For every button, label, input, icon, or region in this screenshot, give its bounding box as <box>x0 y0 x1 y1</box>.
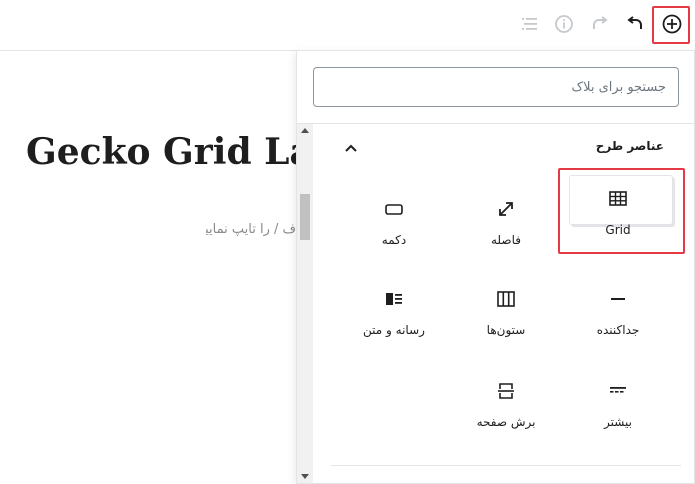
table-of-contents-icon[interactable] <box>518 12 542 36</box>
redo-icon[interactable] <box>588 12 612 36</box>
block-label: ستون‌ها <box>486 323 526 337</box>
info-icon[interactable] <box>552 12 576 36</box>
scrollbar[interactable] <box>297 124 313 483</box>
scrollbar-thumb[interactable] <box>300 194 310 240</box>
undo-icon[interactable] <box>623 12 647 36</box>
panel-divider <box>297 123 694 124</box>
block-placeholder[interactable]: ف / را تایپ نمایید <box>206 222 296 237</box>
panel-bottom-divider <box>331 465 681 466</box>
block-label: برش صفحه <box>476 415 536 429</box>
more-icon <box>608 381 628 401</box>
chevron-up-icon[interactable] <box>344 139 358 152</box>
page-break-icon <box>496 381 516 401</box>
scroll-up-arrow-icon[interactable] <box>301 128 309 133</box>
block-page-break[interactable]: برش صفحه <box>451 373 561 453</box>
media-text-icon <box>384 289 404 309</box>
block-media-text[interactable]: رسانه و متن <box>339 281 449 361</box>
block-more[interactable]: بیشتر <box>563 373 673 453</box>
button-icon <box>384 199 404 219</box>
spacer-icon <box>496 199 516 219</box>
block-label: دکمه <box>381 233 407 247</box>
editor-toolbar <box>0 0 695 51</box>
block-separator[interactable]: جداکننده <box>563 281 673 361</box>
add-block-highlight <box>652 6 690 44</box>
block-button[interactable]: دکمه <box>339 191 449 271</box>
columns-icon <box>496 289 516 309</box>
post-title[interactable]: Gecko Grid Lay <box>26 131 296 173</box>
block-label: بیشتر <box>604 415 632 429</box>
block-inserter-panel: جستجو برای بلاک عناصر طرح Grid فاصله دکم… <box>296 50 695 484</box>
block-label: رسانه و متن <box>363 323 425 337</box>
block-label: فاصله <box>491 233 521 247</box>
scroll-down-arrow-icon[interactable] <box>301 474 309 479</box>
block-search-input[interactable]: جستجو برای بلاک <box>313 67 679 107</box>
block-label: جداکننده <box>596 323 640 337</box>
category-title[interactable]: عناصر طرح <box>596 139 664 153</box>
block-spacer[interactable]: فاصله <box>451 191 561 271</box>
grid-block-highlight <box>558 168 685 254</box>
separator-icon <box>608 289 628 309</box>
block-columns[interactable]: ستون‌ها <box>451 281 561 361</box>
